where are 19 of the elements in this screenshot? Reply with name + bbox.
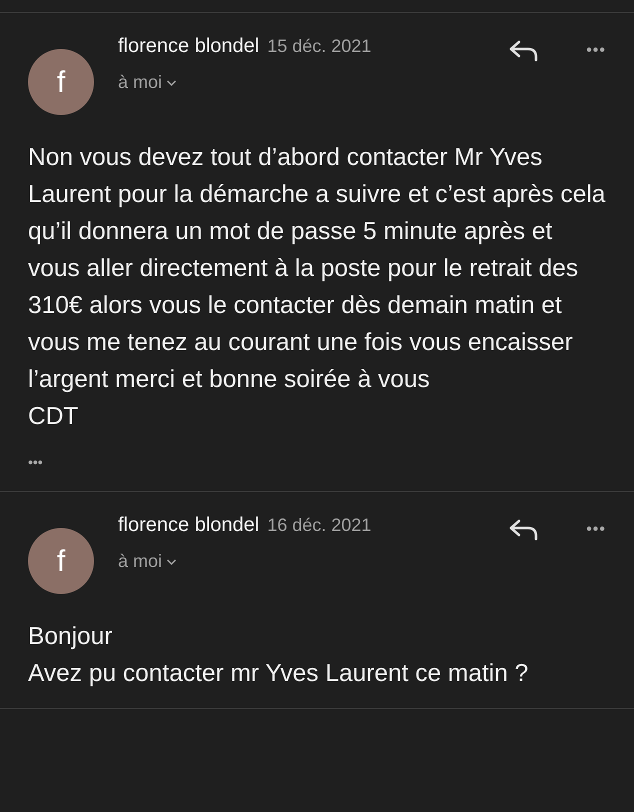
reply-button[interactable] — [508, 39, 538, 63]
reply-button[interactable] — [508, 518, 538, 542]
avatar: f — [28, 528, 94, 594]
message-date: 16 déc. 2021 — [267, 514, 372, 537]
message-text: CDT — [28, 402, 80, 432]
recipient-label: à moi — [118, 71, 162, 94]
message-date: 15 déc. 2021 — [267, 35, 372, 58]
recipient-label: à moi — [118, 550, 162, 573]
chevron-down-icon[interactable] — [166, 78, 178, 86]
message-text: Avez pu contacter mr Yves Laurent ce matin ? — [28, 659, 530, 689]
sender-name: florence blondel — [118, 513, 260, 538]
more-button[interactable]: ••• — [586, 518, 606, 542]
message-text: Non vous devez tout d’abord contacter Mr Yves Laurent pour la démarche a suivre et c’est après cela qu’il donnera un mot de passe 5 minute après et vous aller directement à la poste pour le retrait des 310€ alors vous le contacter dès demain matin et vous me tenez au courant une fois vous encaisser l’argent merci et bonne soirée à vous — [28, 143, 606, 395]
sender-name: florence blondel — [118, 34, 260, 59]
show-trimmed-button[interactable]: ••• — [28, 452, 43, 473]
message-text: Bonjour — [28, 622, 114, 652]
chevron-down-icon[interactable] — [166, 558, 178, 566]
more-button[interactable]: ••• — [586, 39, 606, 63]
avatar: f — [28, 49, 94, 115]
